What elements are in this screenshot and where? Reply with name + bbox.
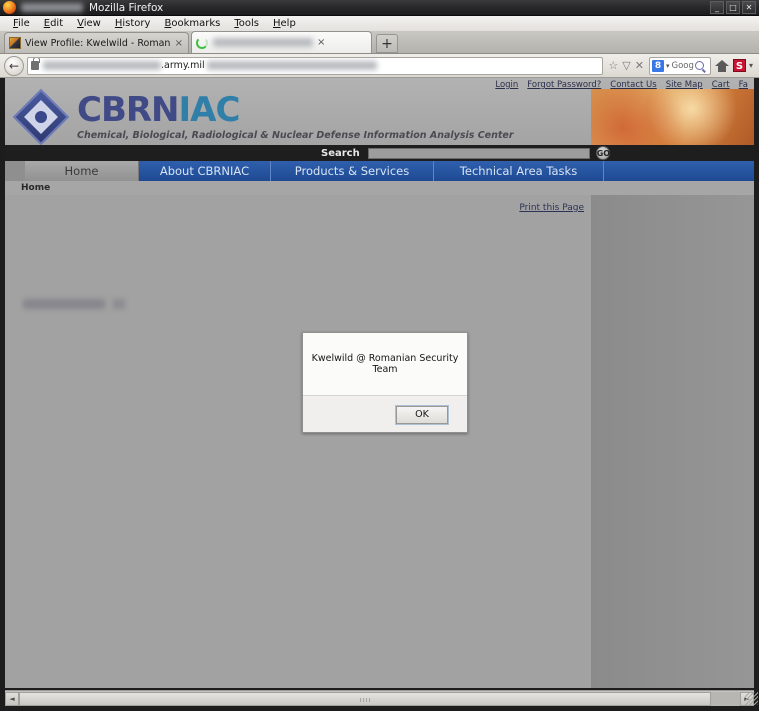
brand-name: CBRNIAC <box>77 93 514 127</box>
horizontal-scrollbar[interactable]: ◄ ► <box>5 690 754 706</box>
dialog-message-area: Kwelwild @ Romanian Security Team <box>303 333 467 396</box>
menu-help[interactable]: Help <box>266 18 303 29</box>
content-redacted-block <box>113 299 125 309</box>
scrollbar-grip-icon <box>360 697 371 702</box>
menu-history[interactable]: History <box>108 18 158 29</box>
tab-loading-page[interactable]: × <box>191 31 372 53</box>
search-engine-icon[interactable]: 8 <box>651 59 664 72</box>
main-navigation: Home About CBRNIAC Products & Services T… <box>5 161 754 181</box>
navigation-toolbar: ← .army.mil ☆ ▽ ✕ 8 ▾ Goog S ▾ <box>0 54 759 78</box>
brand-tagline: Chemical, Biological, Radiological & Nuc… <box>77 130 514 141</box>
profile-favicon-icon <box>9 37 21 49</box>
javascript-alert-dialog: Kwelwild @ Romanian Security Team OK <box>302 332 468 433</box>
extension-badge-icon[interactable]: S <box>732 59 746 72</box>
site-search-bar: Search GO <box>5 145 754 161</box>
tab-title-redacted <box>213 38 313 47</box>
menu-view[interactable]: View <box>70 18 108 29</box>
stop-icon[interactable]: ✕ <box>635 60 644 71</box>
loading-spinner-icon <box>196 36 208 49</box>
bookmark-star-icon[interactable]: ☆ <box>608 60 618 71</box>
nav-item-about-cbrniac[interactable]: About CBRNIAC <box>139 161 271 181</box>
browser-window: Mozilla Firefox _ □ ✕ File Edit View His… <box>0 0 759 711</box>
search-go-button[interactable]: GO <box>595 146 610 160</box>
brand-part-1: CBRN <box>77 90 180 130</box>
back-button[interactable]: ← <box>4 55 24 76</box>
window-resize-grip[interactable] <box>745 692 758 705</box>
title-bar: Mozilla Firefox _ □ ✕ <box>0 0 759 16</box>
minimize-button[interactable]: _ <box>710 1 724 14</box>
lock-icon <box>31 57 40 70</box>
window-controls: _ □ ✕ <box>710 1 756 14</box>
home-icon[interactable] <box>714 59 729 72</box>
search-placeholder-text: Goog <box>671 60 694 71</box>
chevron-down-icon[interactable]: ▾ <box>666 62 670 70</box>
content-column: Print this Page <box>5 195 591 688</box>
site-logo[interactable]: CBRNIAC Chemical, Biological, Radiologic… <box>5 88 591 146</box>
window-frame-bottom <box>0 706 759 711</box>
page-body: Print this Page <box>5 195 754 688</box>
breadcrumb-bar: Home <box>5 181 754 195</box>
chevron-down-icon[interactable]: ▽ <box>622 60 630 71</box>
logo-wordmark: CBRNIAC Chemical, Biological, Radiologic… <box>77 93 514 141</box>
scrollbar-thumb[interactable] <box>19 691 712 706</box>
print-this-page-link[interactable]: Print this Page <box>519 203 584 213</box>
tab-view-profile[interactable]: View Profile: Kwelwild - Romanian Securi… <box>4 32 189 53</box>
header-banner-image <box>591 89 754 145</box>
toolbar-overflow-icon[interactable]: ▾ <box>749 61 753 70</box>
search-icon[interactable] <box>694 61 704 70</box>
tab-close-icon[interactable]: × <box>175 38 183 49</box>
tab-title: View Profile: Kwelwild - Romanian Securi… <box>25 37 171 49</box>
site-search-input[interactable] <box>367 147 590 159</box>
content-redacted-block <box>23 299 105 309</box>
ok-button[interactable]: OK <box>395 404 449 425</box>
url-visible-text: .army.mil <box>161 60 205 71</box>
breadcrumb[interactable]: Home <box>21 183 50 193</box>
menu-bookmarks[interactable]: Bookmarks <box>157 18 227 29</box>
right-column <box>591 195 754 688</box>
menu-file[interactable]: File <box>6 18 37 29</box>
menu-tools[interactable]: Tools <box>227 18 266 29</box>
firefox-logo-icon <box>3 1 16 14</box>
window-frame-right <box>754 78 759 711</box>
search-label: Search <box>321 147 360 159</box>
dialog-message: Kwelwild @ Romanian Security Team <box>311 353 459 375</box>
tab-bar: View Profile: Kwelwild - Romanian Securi… <box>0 31 759 54</box>
scroll-left-arrow-icon[interactable]: ◄ <box>5 691 19 706</box>
title-redacted-text <box>21 3 83 12</box>
site-header: Login Forgot Password? Contact Us Site M… <box>5 78 754 146</box>
nav-item-products-services[interactable]: Products & Services <box>271 161 434 181</box>
nav-item-technical-area-tasks[interactable]: Technical Area Tasks <box>434 161 604 181</box>
maximize-button[interactable]: □ <box>726 1 740 14</box>
tab-close-icon[interactable]: × <box>317 37 325 48</box>
menu-bar: File Edit View History Bookmarks Tools H… <box>0 16 759 32</box>
page-viewport: Login Forgot Password? Contact Us Site M… <box>5 78 754 688</box>
nav-left-spacer <box>5 161 25 181</box>
brand-part-2: IAC <box>178 90 241 130</box>
menu-edit[interactable]: Edit <box>37 18 70 29</box>
window-title: Mozilla Firefox <box>89 1 164 14</box>
url-redacted-suffix <box>206 61 377 70</box>
dialog-button-area: OK <box>303 397 467 432</box>
url-bar[interactable]: .army.mil <box>27 56 604 75</box>
scrollbar-track[interactable] <box>19 691 740 706</box>
search-input[interactable]: 8 ▾ Goog <box>648 56 711 75</box>
url-redacted-prefix <box>43 61 161 70</box>
cbrniac-emblem-icon <box>12 88 70 146</box>
new-tab-button[interactable]: + <box>376 34 398 53</box>
close-button[interactable]: ✕ <box>742 1 756 14</box>
nav-item-home[interactable]: Home <box>25 161 139 181</box>
